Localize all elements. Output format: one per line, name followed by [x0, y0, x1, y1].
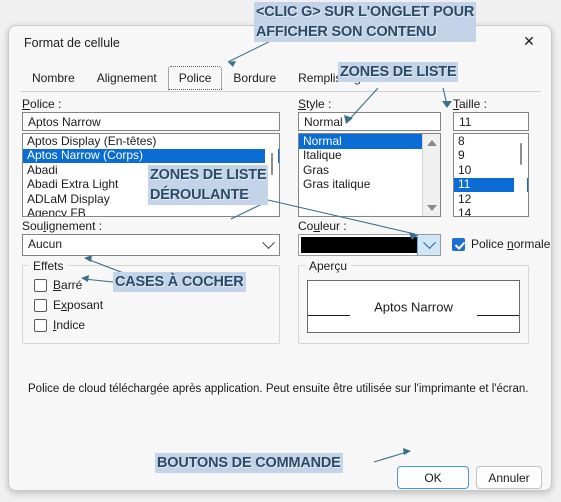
normal-font-label: Police normale: [471, 237, 551, 251]
close-icon[interactable]: ✕: [507, 26, 551, 56]
checkbox-box[interactable]: [34, 278, 47, 292]
annotation-tab-hint: <CLIC G> SUR L'ONGLET POUR AFFICHER SON …: [254, 2, 477, 42]
annotation-line: AFFICHER SON CONTENU: [254, 22, 477, 42]
annotation-line: <CLIC G> SUR L'ONGLET POUR: [254, 2, 477, 22]
style-listbox[interactable]: Normal Italique Gras Gras italique: [298, 133, 441, 217]
superscript-label: Exposant: [53, 298, 104, 312]
scrollbar-thumb[interactable]: [520, 143, 522, 165]
style-label: Style :: [298, 97, 332, 111]
font-label: Police :: [22, 97, 62, 111]
size-input[interactable]: 11: [453, 112, 529, 131]
tab-alignement[interactable]: Alignement: [86, 66, 168, 90]
checkbox-box[interactable]: [452, 237, 465, 251]
list-item[interactable]: Gras: [299, 163, 422, 178]
color-swatch: [301, 237, 417, 253]
underline-label: Soulignement :: [22, 219, 103, 233]
preview-box: Aptos Narrow: [307, 280, 520, 333]
list-item[interactable]: Aptos Narrow (Corps): [23, 148, 279, 163]
size-label: Taille :: [453, 97, 488, 111]
list-item[interactable]: Aptos Display (En-têtes): [23, 134, 279, 149]
color-label: Couleur :: [298, 219, 347, 233]
chevron-down-icon[interactable]: [258, 235, 279, 255]
cancel-button[interactable]: Annuler: [476, 466, 542, 489]
style-list-scrollbar[interactable]: [422, 134, 440, 216]
preview-rule-left: [308, 315, 350, 316]
preview-sample-text: Aptos Narrow: [374, 299, 453, 314]
checkbox-box[interactable]: [34, 298, 47, 312]
info-text: Police de cloud téléchargée après applic…: [28, 383, 529, 395]
underline-value: Aucun: [28, 237, 63, 251]
annotation-line: DÉROULANTE: [148, 185, 269, 205]
size-list-scrollbar[interactable]: [514, 135, 527, 215]
annotation-line: ZONES DE LISTE: [148, 165, 269, 185]
preview-rule-right: [477, 315, 519, 316]
list-item[interactable]: Agency FB: [23, 206, 279, 216]
list-item[interactable]: Gras italique: [299, 177, 422, 193]
chevron-down-icon[interactable]: [417, 235, 440, 255]
annotation-command-buttons: BOUTONS DE COMMANDE: [155, 453, 343, 473]
strikethrough-label: Barré: [53, 278, 83, 292]
superscript-checkbox[interactable]: Exposant: [34, 298, 103, 312]
tab-bar: Nombre Alignement Police Bordure Remplis…: [21, 66, 379, 90]
normal-font-checkbox[interactable]: Police normale: [452, 237, 550, 251]
list-item[interactable]: Normal: [299, 134, 422, 149]
style-input[interactable]: Normal: [298, 112, 441, 131]
tab-police[interactable]: Police: [167, 66, 223, 90]
underline-combobox[interactable]: Aucun: [22, 234, 280, 256]
ok-button[interactable]: OK: [397, 466, 469, 489]
tab-bordure[interactable]: Bordure: [222, 66, 287, 90]
scroll-down-icon[interactable]: [423, 199, 440, 216]
strikethrough-checkbox[interactable]: Barré: [34, 278, 82, 292]
font-input[interactable]: Aptos Narrow: [22, 112, 280, 131]
format-cells-dialog: Format de cellule ✕ Nombre Alignement Po…: [8, 25, 552, 491]
list-item[interactable]: Italique: [299, 148, 422, 164]
preview-group-title: Aperçu: [305, 259, 352, 273]
subscript-label: Indice: [53, 318, 86, 332]
color-combobox[interactable]: [298, 234, 441, 256]
checkbox-box[interactable]: [34, 318, 47, 332]
annotation-dropdown-zones: ZONES DE LISTE DÉROULANTE: [148, 165, 269, 205]
scrollbar-thumb[interactable]: [271, 153, 273, 175]
size-listbox[interactable]: 8 9 10 11 12 14: [453, 133, 529, 217]
tab-nombre[interactable]: Nombre: [21, 66, 86, 90]
dialog-title: Format de cellule: [24, 36, 120, 50]
scroll-up-icon[interactable]: [423, 134, 440, 151]
annotation-list-zones: ZONES DE LISTE: [338, 62, 459, 82]
tab-separator: [21, 91, 541, 92]
effects-group-title: Effets: [29, 259, 68, 273]
annotation-checkboxes: CASES À COCHER: [113, 272, 246, 292]
subscript-checkbox[interactable]: Indice: [34, 318, 85, 332]
